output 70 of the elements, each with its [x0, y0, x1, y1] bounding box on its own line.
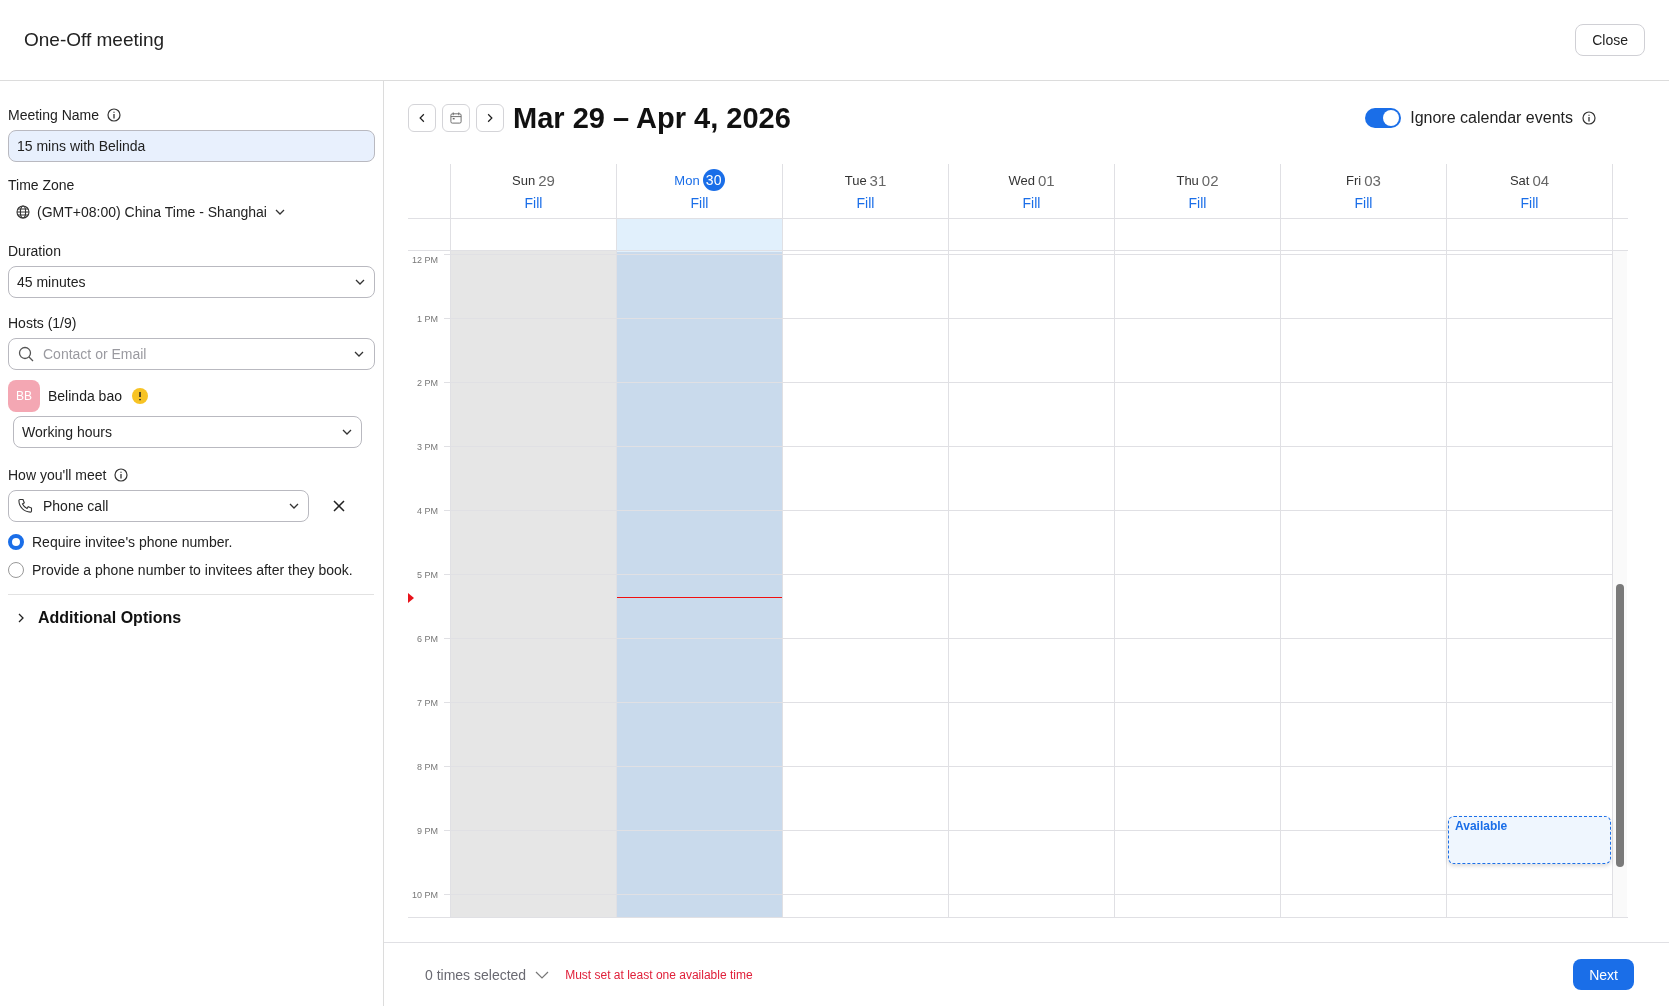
date-range-title: Mar 29 – Apr 4, 2026: [513, 101, 791, 135]
day-name: Sat: [1509, 172, 1530, 188]
info-icon[interactable]: [114, 468, 129, 482]
fill-link[interactable]: Fill: [1354, 195, 1373, 211]
search-icon: [18, 346, 34, 362]
fill-link[interactable]: Fill: [524, 195, 543, 211]
window-title: One-Off meeting: [24, 29, 165, 51]
calendar-icon[interactable]: [442, 104, 470, 132]
fill-link[interactable]: Fill: [690, 195, 709, 211]
section-toggle[interactable]: Additional Options: [38, 609, 182, 627]
avatar: BB: [8, 380, 40, 412]
available-slot[interactable]: Available: [1448, 816, 1611, 864]
hour-label: 10 PM: [412, 890, 438, 900]
close-icon[interactable]: [333, 500, 345, 512]
host-search-field[interactable]: Contact or Email: [8, 338, 375, 370]
day-number: 30: [702, 169, 725, 191]
day-number: 04: [1532, 171, 1550, 189]
field-label: Hosts (1/9): [8, 315, 77, 331]
location-select[interactable]: Phone call: [8, 490, 309, 522]
radio-button[interactable]: [8, 562, 24, 578]
hour-label: 5 PM: [417, 570, 438, 580]
info-icon[interactable]: [107, 108, 122, 122]
day-name: Thu: [1176, 172, 1199, 188]
day-name: Fri: [1346, 172, 1362, 188]
day-number: 03: [1364, 171, 1381, 189]
day-number: 01: [1037, 171, 1055, 189]
scrollbar-thumb[interactable]: [1616, 584, 1624, 867]
hour-label: 6 PM: [417, 634, 438, 644]
host-name: Belinda bao: [48, 388, 122, 404]
times-selected-dropdown[interactable]: 0 times selected: [425, 966, 550, 983]
hour-label: 8 PM: [417, 762, 438, 772]
hour-label: 12 PM: [412, 255, 438, 265]
toggle-switch[interactable]: [1365, 108, 1402, 128]
day-number: 02: [1201, 171, 1219, 189]
toggle-label: Ignore calendar events: [1410, 109, 1573, 127]
chevron-right-icon[interactable]: [16, 613, 26, 623]
fill-link[interactable]: Fill: [1188, 195, 1207, 211]
radio-label: Require invitee's phone number.: [32, 534, 233, 550]
time-zone-select[interactable]: (GMT+08:00) China Time - Shanghai: [8, 204, 286, 220]
close-button[interactable]: Close: [1575, 24, 1645, 56]
fill-link[interactable]: Fill: [856, 195, 875, 211]
hour-label: 4 PM: [417, 506, 438, 516]
duration-select[interactable]: 45 minutes: [8, 266, 375, 298]
day-number: 29: [538, 171, 555, 189]
field-label: Meeting Name: [8, 107, 100, 123]
day-name: Sun: [512, 172, 536, 188]
availability-select[interactable]: Working hours: [13, 416, 362, 448]
day-name: Wed: [1008, 172, 1035, 188]
next-button[interactable]: Next: [1573, 959, 1634, 990]
day-number: 31: [869, 171, 887, 189]
hour-label: 7 PM: [417, 698, 438, 708]
fill-link[interactable]: Fill: [1022, 195, 1041, 211]
globe-icon: [16, 205, 30, 219]
day-name: Mon: [674, 172, 700, 188]
hour-label: 2 PM: [417, 378, 438, 388]
meeting-name-field[interactable]: 15 mins with Belinda: [8, 130, 375, 162]
info-icon[interactable]: [1582, 111, 1596, 125]
current-time-marker-icon: [408, 593, 414, 603]
hour-label: 1 PM: [417, 314, 438, 324]
hour-label: 3 PM: [417, 442, 438, 452]
field-label: Duration: [8, 243, 61, 259]
radio-button[interactable]: [8, 534, 24, 550]
field-label: How you'll meet: [8, 467, 107, 483]
error-message: Must set at least one available time: [565, 967, 753, 982]
day-name: Tue: [844, 172, 867, 188]
hour-label: 9 PM: [417, 826, 438, 836]
field-label: Time Zone: [8, 177, 75, 193]
fill-link[interactable]: Fill: [1520, 195, 1539, 211]
radio-label: Provide a phone number to invitees after they book.: [32, 562, 353, 578]
phone-icon: [17, 498, 33, 514]
